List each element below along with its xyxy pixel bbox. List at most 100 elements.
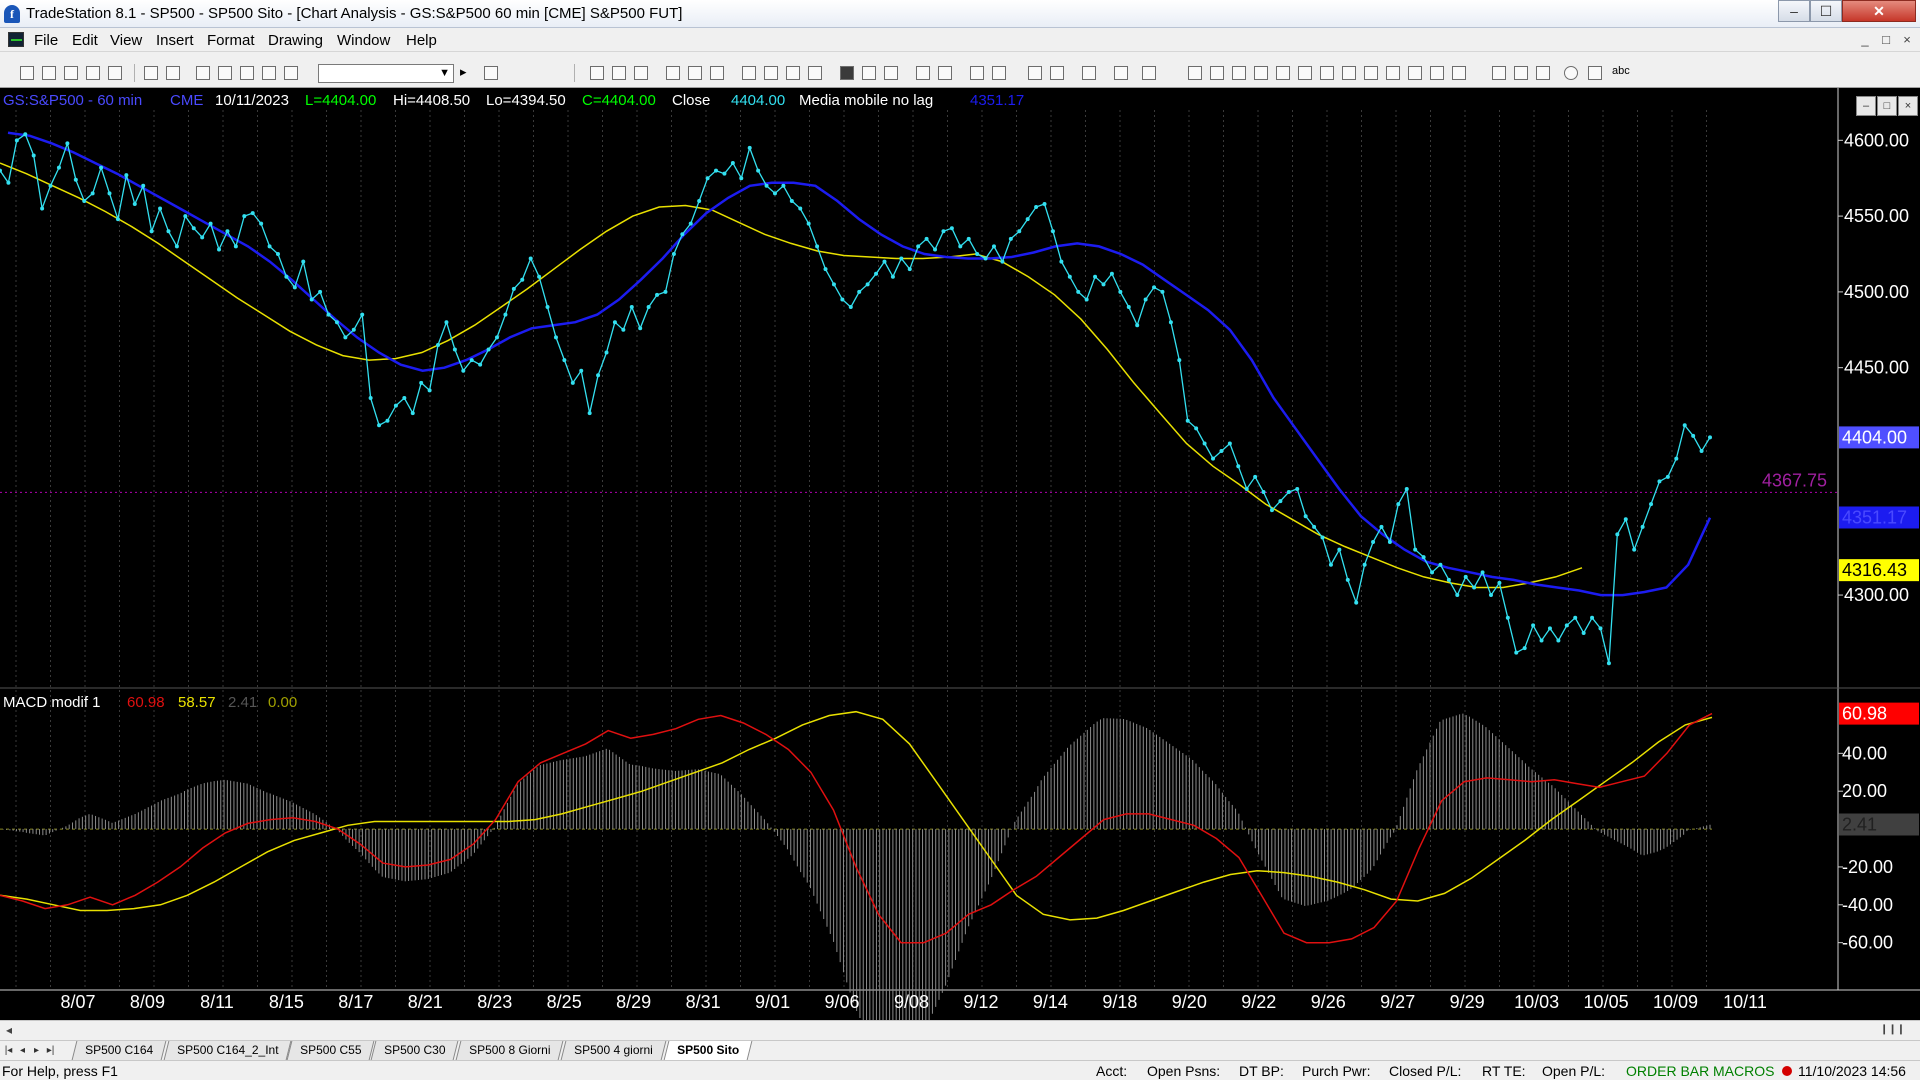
- menu-edit[interactable]: Edit: [72, 32, 98, 49]
- scanner-icon[interactable]: [786, 66, 800, 80]
- freehand-icon[interactable]: [1452, 66, 1466, 80]
- tab-sp500-4-giorni[interactable]: SP500 4 giorni: [560, 1041, 667, 1060]
- delete-drawing-icon[interactable]: [1142, 66, 1156, 80]
- lock-icon[interactable]: [240, 66, 254, 80]
- maximize-button[interactable]: ☐: [1810, 0, 1842, 22]
- menu-window[interactable]: Window: [337, 32, 390, 49]
- hide-icon[interactable]: [1114, 66, 1128, 80]
- menu-format[interactable]: Format: [207, 32, 255, 49]
- minimize-button[interactable]: –: [1778, 0, 1810, 22]
- close-price-point: [596, 373, 601, 378]
- tab-sp500-c164[interactable]: SP500 C164: [71, 1041, 167, 1060]
- save-icon[interactable]: [108, 66, 122, 80]
- bar-count-icon[interactable]: [884, 66, 898, 80]
- format-icon[interactable]: [284, 66, 298, 80]
- macros-toggle[interactable]: MACROS: [1713, 1063, 1774, 1079]
- tab-last-button[interactable]: ▸|: [44, 1044, 57, 1058]
- horizontal-scrollbar[interactable]: ◂ ❙❙❙: [0, 1020, 1920, 1040]
- chart-window-icon[interactable]: [8, 32, 24, 47]
- indicator-icon[interactable]: [666, 66, 680, 80]
- chart-minimize-button[interactable]: –: [1856, 96, 1876, 116]
- close-price-point: [200, 235, 205, 240]
- market-depth-icon[interactable]: [808, 66, 822, 80]
- new-workspace-icon[interactable]: [86, 66, 100, 80]
- regression-channel-icon[interactable]: [1408, 66, 1422, 80]
- zoom-out-icon[interactable]: [992, 66, 1006, 80]
- trendline-icon[interactable]: [1188, 66, 1202, 80]
- tab-sp500-sito[interactable]: SP500 Sito: [663, 1041, 753, 1060]
- new-icon[interactable]: [20, 66, 34, 80]
- copy-icon[interactable]: [218, 66, 232, 80]
- order-bar-toggle[interactable]: ORDER BAR: [1626, 1063, 1709, 1079]
- radar-icon[interactable]: [612, 66, 626, 80]
- close-price-point: [191, 226, 196, 231]
- tab-first-button[interactable]: |◂: [2, 1044, 15, 1058]
- tab-sp500-c164-2-int[interactable]: SP500 C164_2_Int: [163, 1041, 292, 1060]
- arc-icon[interactable]: [1430, 66, 1444, 80]
- curve-icon[interactable]: [1492, 66, 1506, 80]
- speed-lines-icon[interactable]: [1364, 66, 1378, 80]
- gann-fan-icon[interactable]: [1298, 66, 1312, 80]
- rectangle-icon[interactable]: [1588, 66, 1602, 80]
- spread-icon[interactable]: [916, 66, 930, 80]
- cut-icon[interactable]: [196, 66, 210, 80]
- tab-prev-button[interactable]: ◂: [16, 1044, 29, 1058]
- tab-sp500-8-giorni[interactable]: SP500 8 Giorni: [455, 1041, 564, 1060]
- data-window-icon[interactable]: [742, 66, 756, 80]
- compress-icon[interactable]: [938, 66, 952, 80]
- tab-next-button[interactable]: ▸: [30, 1044, 43, 1058]
- close-price-point: [1615, 532, 1620, 537]
- chevron-down-icon[interactable]: ▼: [439, 67, 450, 79]
- tab-sp500-c55[interactable]: SP500 C55: [286, 1041, 375, 1060]
- scroll-thumb[interactable]: ❙❙❙: [1880, 1024, 1905, 1035]
- print-icon[interactable]: [166, 66, 180, 80]
- alert-icon[interactable]: [764, 66, 778, 80]
- channel-icon[interactable]: [1254, 66, 1268, 80]
- mdi-restore-button[interactable]: □: [1877, 32, 1895, 48]
- tab-sp500-c30[interactable]: SP500 C30: [370, 1041, 459, 1060]
- cycle-lines-icon[interactable]: [1342, 66, 1356, 80]
- menu-file[interactable]: File: [34, 32, 58, 49]
- matrix-icon[interactable]: [634, 66, 648, 80]
- bar-spacing-icon[interactable]: [862, 66, 876, 80]
- close-button[interactable]: ✕: [1842, 0, 1916, 22]
- arrow-down-icon[interactable]: [1514, 66, 1528, 80]
- zoom-in-icon[interactable]: [970, 66, 984, 80]
- analysis-icon[interactable]: [710, 66, 724, 80]
- pencil-icon[interactable]: [262, 66, 276, 80]
- symbol-combo[interactable]: ▼: [318, 64, 454, 83]
- mdi-close-button[interactable]: ×: [1898, 32, 1916, 48]
- data-tip-icon[interactable]: [1050, 66, 1064, 80]
- print-preview-icon[interactable]: [144, 66, 158, 80]
- vertical-line-icon[interactable]: [1210, 66, 1224, 80]
- mdi-minimize-button[interactable]: _: [1856, 32, 1874, 48]
- quote-icon[interactable]: [840, 66, 854, 80]
- menu-insert[interactable]: Insert: [156, 32, 194, 49]
- menu-view[interactable]: View: [110, 32, 142, 49]
- toolbar-scroll-icon[interactable]: ▸: [460, 64, 467, 80]
- arrow-up-icon[interactable]: [1536, 66, 1550, 80]
- tools-icon[interactable]: [1082, 66, 1096, 80]
- menu-help[interactable]: Help: [406, 32, 437, 49]
- text-label-icon[interactable]: abc: [1612, 65, 1630, 77]
- chart-close-button[interactable]: ×: [1898, 96, 1918, 116]
- horizontal-line-icon[interactable]: [1232, 66, 1246, 80]
- strategy-icon[interactable]: [688, 66, 702, 80]
- chart-analysis-window[interactable]: 4600.00 4550.00 4500.00 4450.00 4300.00 4367.…: [0, 88, 1920, 1020]
- pointer-icon[interactable]: [1028, 66, 1042, 80]
- fibonacci-fan-icon[interactable]: [1276, 66, 1290, 80]
- time-tick-label: 9/08: [894, 992, 929, 1012]
- scroll-left-button[interactable]: ◂: [6, 1023, 12, 1037]
- open-workspace-icon[interactable]: [64, 66, 78, 80]
- ellipse-icon[interactable]: [1564, 66, 1578, 80]
- chart-icon[interactable]: [590, 66, 604, 80]
- fib-retrace-icon[interactable]: [1320, 66, 1334, 80]
- time-tick-label: 8/29: [616, 992, 651, 1012]
- price-chart[interactable]: 4600.00 4550.00 4500.00 4450.00 4300.00 4367.…: [0, 88, 1920, 1020]
- find-symbol-icon[interactable]: [484, 66, 498, 80]
- open-icon[interactable]: [42, 66, 56, 80]
- menu-drawing[interactable]: Drawing: [268, 32, 323, 49]
- chart-restore-button[interactable]: □: [1877, 96, 1897, 116]
- close-price-point: [503, 312, 508, 317]
- andrews-pitchfork-icon[interactable]: [1386, 66, 1400, 80]
